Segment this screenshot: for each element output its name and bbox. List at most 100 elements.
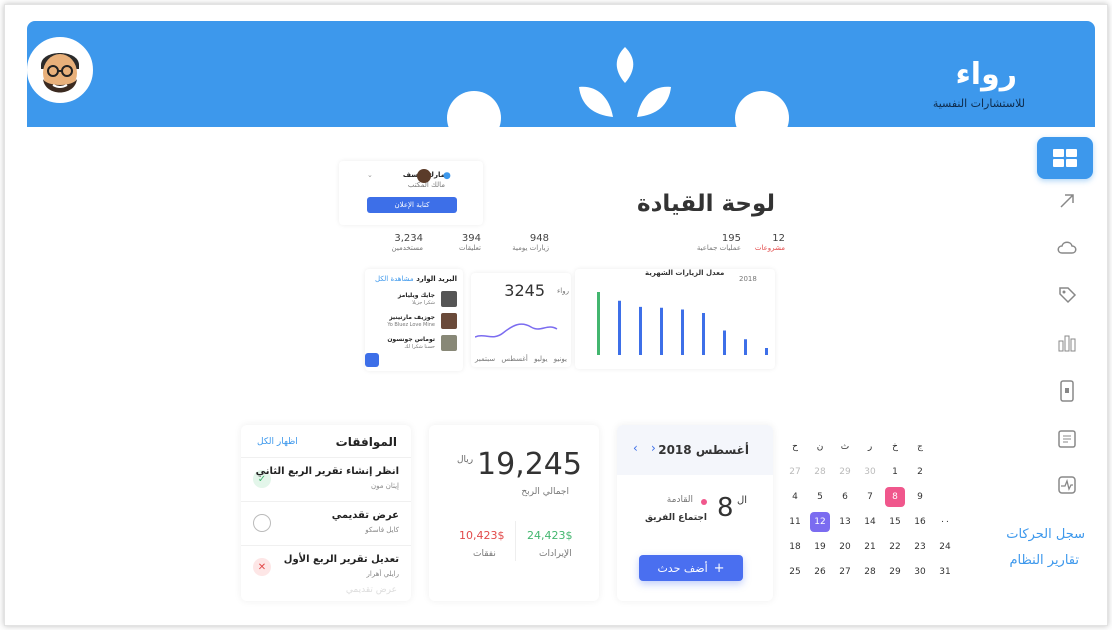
chart-bar — [723, 330, 726, 355]
sidebar-link-activity-log[interactable]: سجل الحركات — [1006, 527, 1085, 542]
calendar-day[interactable]: 22 — [885, 537, 905, 557]
chevron-left-icon[interactable]: ‹ — [633, 441, 638, 455]
calendar-day[interactable]: 16 — [910, 512, 930, 532]
grid-icon — [1053, 149, 1077, 167]
calendar-day[interactable]: 7 — [860, 487, 880, 507]
calendar-day[interactable]: 30 — [860, 462, 880, 482]
message-text: حسنا شكرا لك — [404, 344, 435, 350]
sidebar-item-activity[interactable] — [1041, 465, 1093, 505]
calendar-day[interactable]: 29 — [835, 462, 855, 482]
message-text: Yo Bluez Love Mine — [387, 322, 435, 328]
calendar-day[interactable]: 31 — [935, 562, 955, 582]
calendar-day[interactable]: 14 — [860, 512, 880, 532]
calendar-day[interactable]: 23 — [910, 537, 930, 557]
approval-title: انظر إنشاء تقرير الربع الثاني — [255, 466, 399, 477]
approval-title: تعديل تقرير الربع الأول — [283, 554, 399, 565]
total-value: 19,245 — [477, 447, 582, 482]
calendar-day[interactable]: 28 — [810, 462, 830, 482]
calendar-day[interactable]: 29 — [885, 562, 905, 582]
add-event-label: أضف حدث — [657, 561, 708, 575]
add-event-button[interactable]: أضف حدث + — [639, 555, 743, 581]
create-ad-label: كتابة الإعلان — [394, 201, 430, 209]
approvals-show-all[interactable]: اظهار الكل — [257, 437, 298, 447]
chart-bar — [660, 307, 663, 355]
event-day: 8 — [717, 493, 734, 523]
calendar-day[interactable]: 6 — [835, 487, 855, 507]
inbox-card: البريد الوارد مشاهدة الكل جايك ويليامز ش… — [365, 269, 463, 371]
calendar-day[interactable]: 12 — [810, 512, 830, 532]
app-window: رواء للاستشارات النفسية سجل الحركات تقار… — [4, 4, 1108, 626]
calendar-day[interactable]: 9 — [910, 487, 930, 507]
chart-title: معدل الزيارات الشهرية — [645, 269, 725, 277]
axis-label: يوليو — [534, 355, 548, 363]
calendar-day[interactable]: 25 — [785, 562, 805, 582]
sales-axis: سبتمبر أغسطس يوليو يونيو — [475, 355, 567, 363]
avatar[interactable] — [27, 37, 93, 103]
stat-users: 3,234 مستخدمين — [373, 233, 424, 252]
chat-icon[interactable] — [365, 353, 379, 367]
sidebar-item-notes[interactable] — [1041, 419, 1093, 459]
inbox-message[interactable]: توماس جونسون حسنا شكرا لك — [371, 335, 457, 357]
approval-item[interactable]: ✕ تعديل تقرير الربع الأول رايلي أهرار — [241, 545, 411, 589]
sidebar-item-cloud[interactable] — [1041, 227, 1093, 267]
event-name: اجتماع الفريق — [645, 513, 707, 523]
calendar-day[interactable]: 2 — [910, 462, 930, 482]
calendar-day[interactable]: 30 — [910, 562, 930, 582]
calendar-day[interactable]: 27 — [785, 462, 805, 482]
pulse-icon — [1058, 476, 1076, 494]
sidebar-item-shortcut[interactable] — [1041, 181, 1093, 221]
calendar-day[interactable]: 8 — [885, 487, 905, 507]
upcoming-label: القادمة — [666, 495, 693, 505]
calendar-grid: ح ن ث ر خ ج 27 28 29 30 1 2 4 5 6 7 8 9 11 12 13 14 15 16 ٠٠ 18 19… — [785, 437, 975, 587]
visits-chart-card: معدل الزيارات الشهرية 2018 — [575, 269, 775, 369]
chevron-right-icon[interactable]: › — [651, 441, 656, 455]
stat-value: 394 — [461, 233, 481, 244]
inbox-message[interactable]: جوزيف مارتينيز Yo Bluez Love Mine — [371, 313, 457, 335]
chevron-down-icon[interactable]: ⌄ — [367, 171, 373, 179]
sidebar-item-tags[interactable] — [1041, 275, 1093, 315]
approval-item[interactable]: ✓ انظر إنشاء تقرير الربع الثاني إيثان مو… — [241, 457, 411, 501]
calendar-day[interactable]: 24 — [935, 537, 955, 557]
close-icon: ✕ — [253, 558, 271, 576]
message-text: شكرا جزيلا — [412, 300, 435, 306]
chart-year: 2018 — [739, 275, 757, 283]
inbox-show-all[interactable]: مشاهدة الكل — [375, 275, 414, 283]
phone-icon — [1060, 380, 1074, 402]
calendar-day[interactable]: 5 — [810, 487, 830, 507]
stat-comments: 394 تعليقات — [439, 233, 481, 252]
bell-icon[interactable]: ● — [443, 171, 451, 181]
calendar-day[interactable]: 13 — [835, 512, 855, 532]
chart-bar — [702, 313, 705, 355]
stat-value: 12 — [772, 233, 785, 244]
approval-item[interactable]: عرض تقديمي كايل فاسكو — [241, 501, 411, 545]
stat-label: زيارات يومية — [512, 244, 549, 252]
calendar-day[interactable]: 26 — [810, 562, 830, 582]
calendar-day[interactable]: 11 — [785, 512, 805, 532]
approval-faded-item: عرض تقديمي — [345, 585, 397, 595]
calendar-day[interactable]: 20 — [835, 537, 855, 557]
calendar-day[interactable]: 4 — [785, 487, 805, 507]
calendar-day[interactable]: 28 — [860, 562, 880, 582]
approval-subtitle: كايل فاسكو — [365, 526, 399, 534]
calendar-month: أغسطس 2018 — [658, 443, 749, 457]
inbox-message[interactable]: جايك ويليامز شكرا جزيلا — [371, 291, 457, 313]
calendar-day[interactable]: 18 — [785, 537, 805, 557]
calendar-day[interactable]: 27 — [835, 562, 855, 582]
sidebar-item-dashboard[interactable] — [1037, 137, 1093, 179]
sales-value: 3245 — [504, 281, 545, 300]
sidebar-link-system-reports[interactable]: تقارير النظام — [1009, 553, 1079, 568]
sidebar-item-device[interactable] — [1041, 371, 1093, 411]
calendar-day[interactable]: 1 — [885, 462, 905, 482]
message-sender: توماس جونسون — [387, 336, 435, 343]
stat-group-ops: 195 عمليات جماعية — [695, 233, 741, 252]
calendar-day[interactable]: 19 — [810, 537, 830, 557]
chart-bar — [639, 306, 642, 355]
approval-title: عرض تقديمي — [331, 510, 399, 521]
create-ad-button[interactable]: كتابة الإعلان — [367, 197, 457, 213]
approvals-title: الموافقات — [335, 435, 397, 449]
calendar-day[interactable]: 15 — [885, 512, 905, 532]
profile-card: مارك يوسف مالك المكتب ● ⌄ كتابة الإعلان — [339, 161, 483, 225]
calendar-day[interactable]: ٠٠ — [935, 512, 955, 532]
calendar-day[interactable]: 21 — [860, 537, 880, 557]
sidebar-item-stats[interactable] — [1041, 323, 1093, 363]
